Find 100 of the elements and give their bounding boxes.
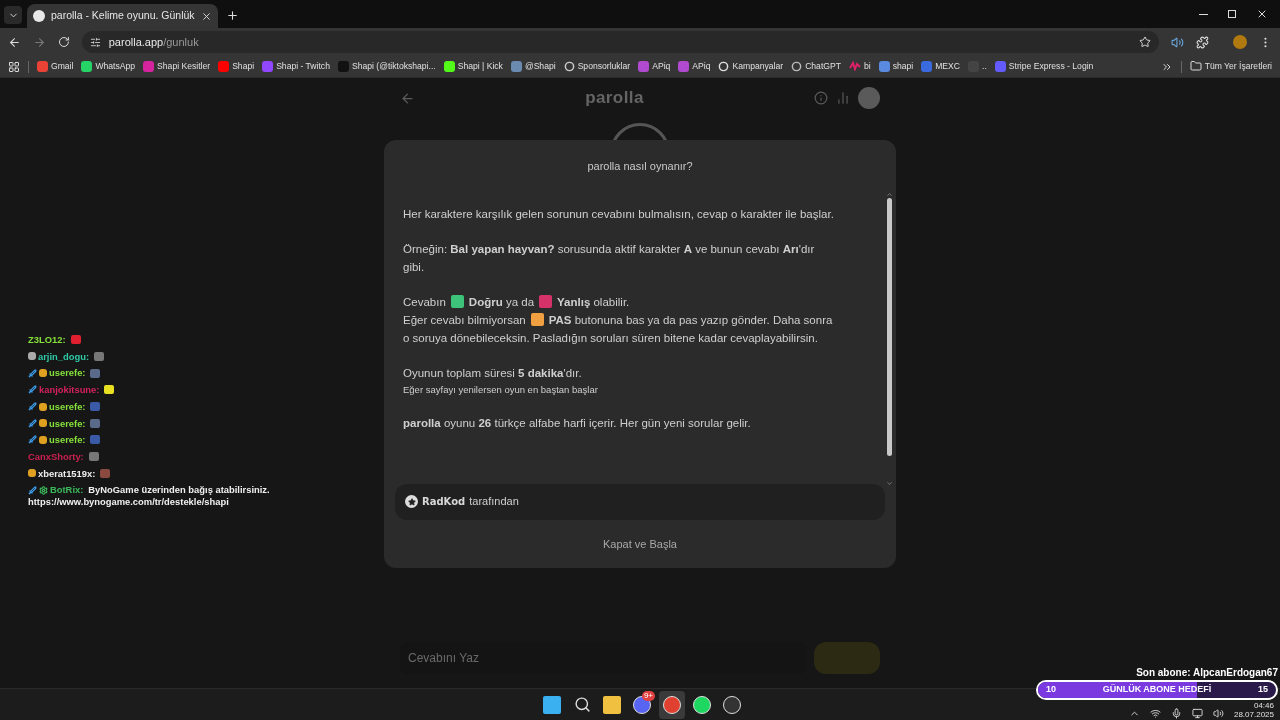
last-subscriber-text: Son abone: AlpcanErdogan67 [1136,666,1278,680]
logo-icon [37,61,48,72]
bookmark[interactable]: APiq [638,60,671,73]
app-icon [723,695,741,714]
app-icon [633,695,651,714]
modal-title: parolla nasıl oynanır? [586,159,694,174]
scrollbar[interactable] [886,190,893,487]
restore-icon[interactable] [1228,10,1236,18]
credit-text: tarafından [469,494,519,510]
display-icon[interactable] [1191,708,1203,719]
audio-icon[interactable] [1171,35,1185,49]
bookmark[interactable]: @Shapi [510,60,556,73]
instruction-text: Her karaktere karşılık gelen sorunun cevabını bulmalısın, cevap o karakter ile başlar. [403,207,834,220]
chat-username: Z3LO12: [28,334,66,346]
emote-icon [90,368,101,378]
instruction-text: Oyunun toplam süresi 5 dakika'dır. [403,366,582,379]
site-info-icon[interactable] [89,36,101,48]
gear-icon [39,485,48,495]
instruction-text: Yanlış olabilir. [557,295,630,308]
bookmark[interactable]: Gmail [37,60,74,73]
sword-icon [28,485,37,495]
avatar-icon[interactable] [858,87,880,109]
browser-icon [663,695,681,714]
tab-list-button[interactable] [4,6,22,24]
bookmark[interactable]: WhatsApp [81,60,136,73]
folder-icon [603,695,621,714]
logo-icon [143,61,155,72]
forward-icon[interactable] [32,35,46,49]
emote-icon [100,468,111,478]
bookmark[interactable]: Shapi - Twitch [262,60,330,73]
logo-icon [678,61,690,72]
bookmark[interactable]: APiq [678,60,711,73]
logo-icon [994,61,1006,72]
bookmark-star-icon[interactable] [1139,36,1152,48]
logo-icon [638,61,650,72]
instruction-text: PAS butonuna bas ya da pas yazıp gönder. Daha sonra [548,313,833,326]
emote-icon [90,402,101,411]
close-start-button[interactable]: Kapat ve Başla [603,535,677,552]
emote-icon [104,385,115,395]
info-icon[interactable] [814,91,828,105]
bookmark[interactable]: Shapi (@tiktokshapi... [337,60,436,73]
minimize-icon[interactable] [1199,13,1208,15]
logo-icon [337,61,349,72]
bookmark[interactable]: ChatGPT [791,60,841,73]
bookmark[interactable]: Sponsorluklar [563,60,631,73]
search-icon [573,696,591,713]
scroll-up-icon[interactable] [886,190,893,198]
logo-icon [510,61,522,72]
bookmark[interactable]: MEXC [921,60,961,73]
address-field[interactable]: parolla.app/gunluk [81,31,1160,53]
profile-icon[interactable] [1233,35,1248,49]
extensions-icon[interactable] [1196,35,1210,49]
logo-icon [791,61,803,72]
chat-link[interactable]: https://www.bynogame.com/tr/destekle/shapi [28,495,270,508]
instruction-text: parolla oyunu 26 türkçe alfabe harfi içerir. Her gün yeni sorular gelir. [403,416,751,429]
chat-username: xberat1519x: [38,467,96,480]
logo-icon [921,61,933,72]
site-logo: parolla [584,87,645,110]
sword-icon [28,435,37,445]
taskbar-item[interactable] [659,690,685,719]
chat-username: userefe: [49,367,86,379]
emote-icon [70,335,81,345]
reload-icon[interactable] [57,36,70,48]
bookmark[interactable]: bi [848,60,871,73]
folder-icon [1189,60,1202,73]
back-icon[interactable] [8,35,21,49]
close-icon[interactable] [200,10,212,22]
network-icon[interactable] [1149,708,1161,719]
bookmark[interactable]: Shapi [218,60,255,73]
bookmark[interactable]: .. [968,60,987,73]
emote-icon [88,452,99,462]
chat-username: kanjokitsune: [39,384,100,396]
bookmark[interactable]: shapi [878,60,914,73]
logo-icon [848,61,861,72]
chat-username: userefe: [49,417,86,429]
emote-icon [94,351,105,361]
bookmark[interactable]: Shapi Kesitler [143,60,211,73]
instruction-text: o soruya dönebileceksin. Pasladığın soruları süren bitene kadar cevaplayabilirsin. [403,331,818,344]
new-tab-icon[interactable] [225,9,239,22]
taskbar-item[interactable]: 9+ [629,690,655,719]
browser-tab[interactable]: parolla - Kelime oyunu. Günlük [27,4,218,28]
mic-icon[interactable] [1170,708,1182,719]
close-icon[interactable] [1256,8,1268,20]
emote-icon [90,435,101,445]
goal-target: 15 [1257,683,1268,697]
instruction-text: Eğer sayfayı yenilersen oyun en baştan başlar [403,383,598,395]
scroll-down-icon[interactable] [886,479,893,487]
goal-current: 10 [1046,683,1056,697]
moneybag-icon [28,469,36,478]
chat-username: arjin_dogu: [38,350,90,363]
chat-username: CanxShorty: [28,450,84,463]
author-name[interactable]: RadKod [422,494,466,509]
bookmark[interactable]: Stripe Express - Login [994,60,1094,73]
apps-icon[interactable] [8,60,20,73]
sword-icon [28,402,37,411]
all-bookmarks-button[interactable]: Tüm Yer İşaretleri [1189,60,1272,73]
volume-icon[interactable] [1212,708,1224,719]
instruction-text: Cevabın [403,295,446,308]
bookmark[interactable]: Shapi | Kick [443,60,503,73]
bookmark[interactable]: Kampanyalar [718,60,784,73]
